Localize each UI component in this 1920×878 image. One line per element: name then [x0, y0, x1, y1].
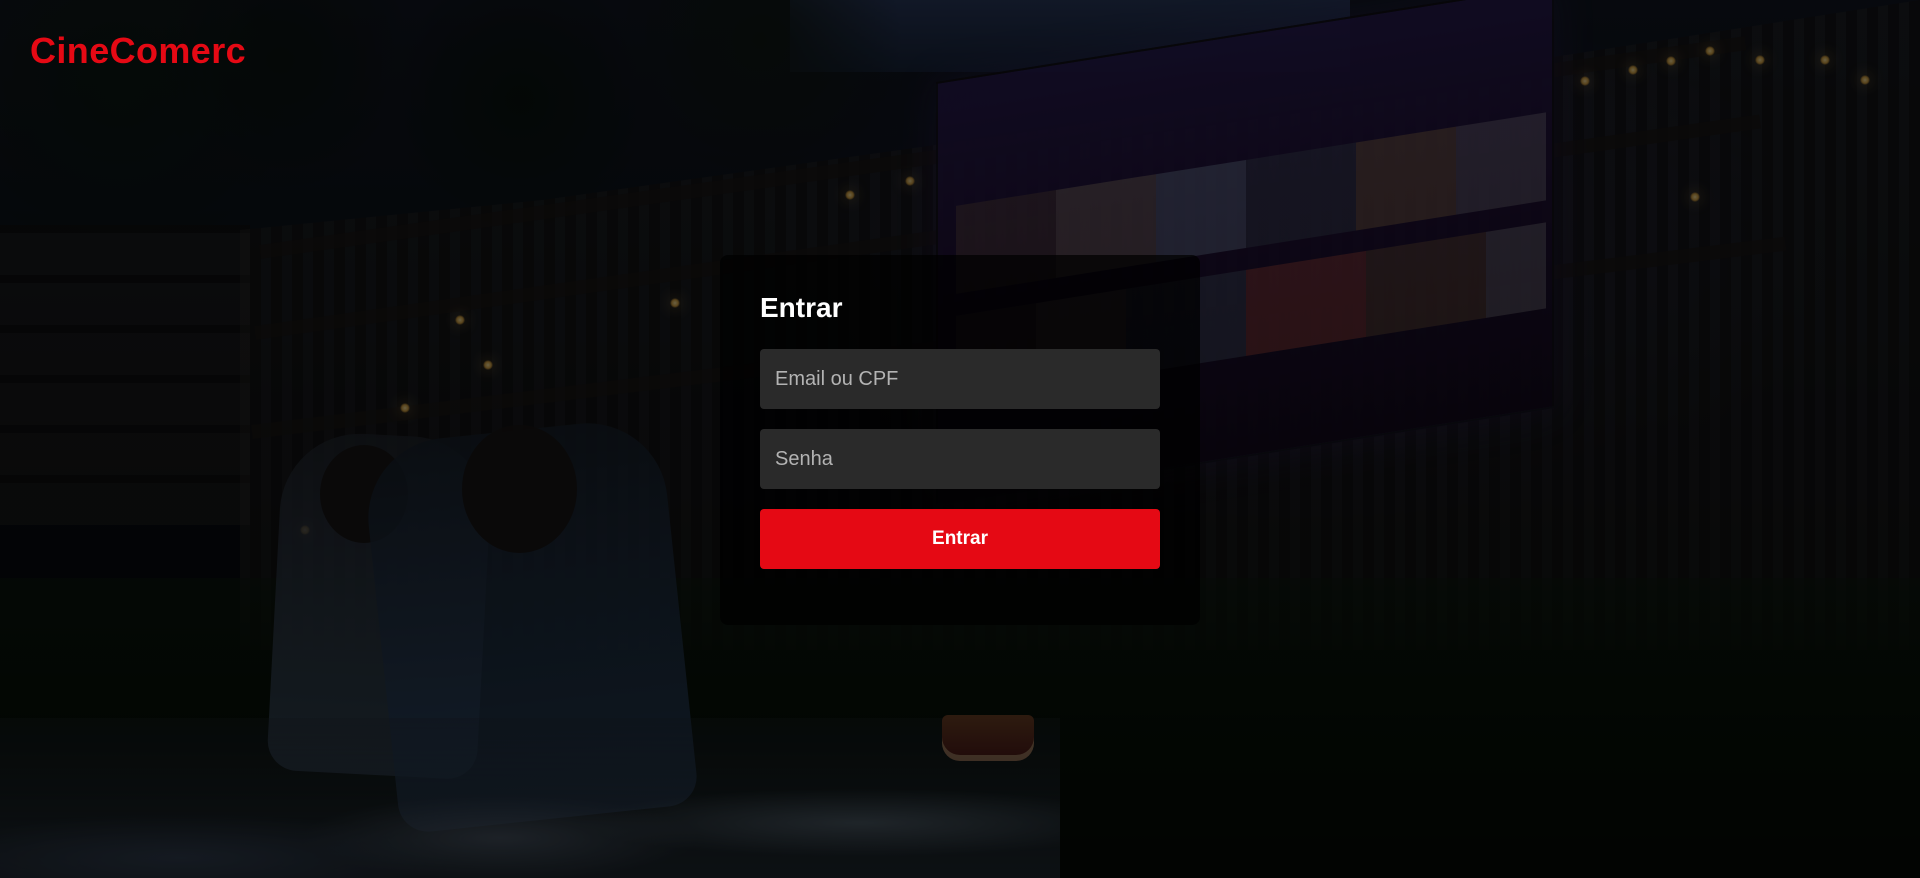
- email-cpf-input[interactable]: [760, 349, 1160, 409]
- login-page: CineComerc Entrar Entrar: [0, 0, 1920, 878]
- password-input[interactable]: [760, 429, 1160, 489]
- login-card: Entrar Entrar: [720, 255, 1200, 625]
- login-submit-button[interactable]: Entrar: [760, 509, 1160, 569]
- brand-logo[interactable]: CineComerc: [30, 30, 246, 72]
- login-title: Entrar: [760, 292, 843, 323]
